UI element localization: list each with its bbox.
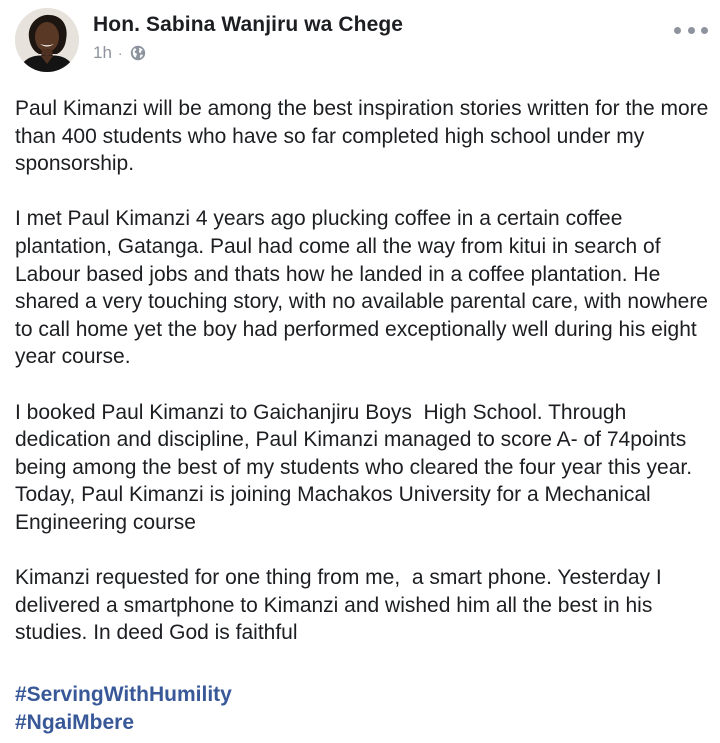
- hashtag-link[interactable]: #NgaiMbere: [15, 709, 232, 737]
- post-body: Paul Kimanzi will be among the best insp…: [15, 95, 713, 647]
- post-timestamp[interactable]: 1h: [93, 43, 112, 63]
- post-header: Hon. Sabina Wanjiru wa Chege 1h ·: [0, 0, 720, 92]
- globe-icon[interactable]: [130, 45, 146, 61]
- author-name[interactable]: Hon. Sabina Wanjiru wa Chege: [93, 13, 403, 37]
- more-horizontal-icon: [687, 26, 695, 34]
- avatar[interactable]: [15, 8, 79, 72]
- post-paragraph: I met Paul Kimanzi 4 years ago plucking …: [15, 207, 714, 369]
- meta-separator: ·: [117, 45, 123, 61]
- profile-photo: [15, 8, 79, 72]
- post-paragraph: Paul Kimanzi will be among the best insp…: [15, 97, 715, 176]
- more-options-button[interactable]: [674, 20, 708, 40]
- hashtag-list: #ServingWithHumility #NgaiMbere: [15, 681, 232, 737]
- post-paragraph: Kimanzi requested for one thing from me,…: [15, 566, 668, 645]
- more-horizontal-icon: [701, 26, 708, 34]
- post-meta: 1h ·: [93, 42, 146, 64]
- hashtag-link[interactable]: #ServingWithHumility: [15, 681, 232, 709]
- post-paragraph: I booked Paul Kimanzi to Gaichanjiru Boy…: [15, 400, 698, 534]
- more-horizontal-icon: [674, 26, 681, 34]
